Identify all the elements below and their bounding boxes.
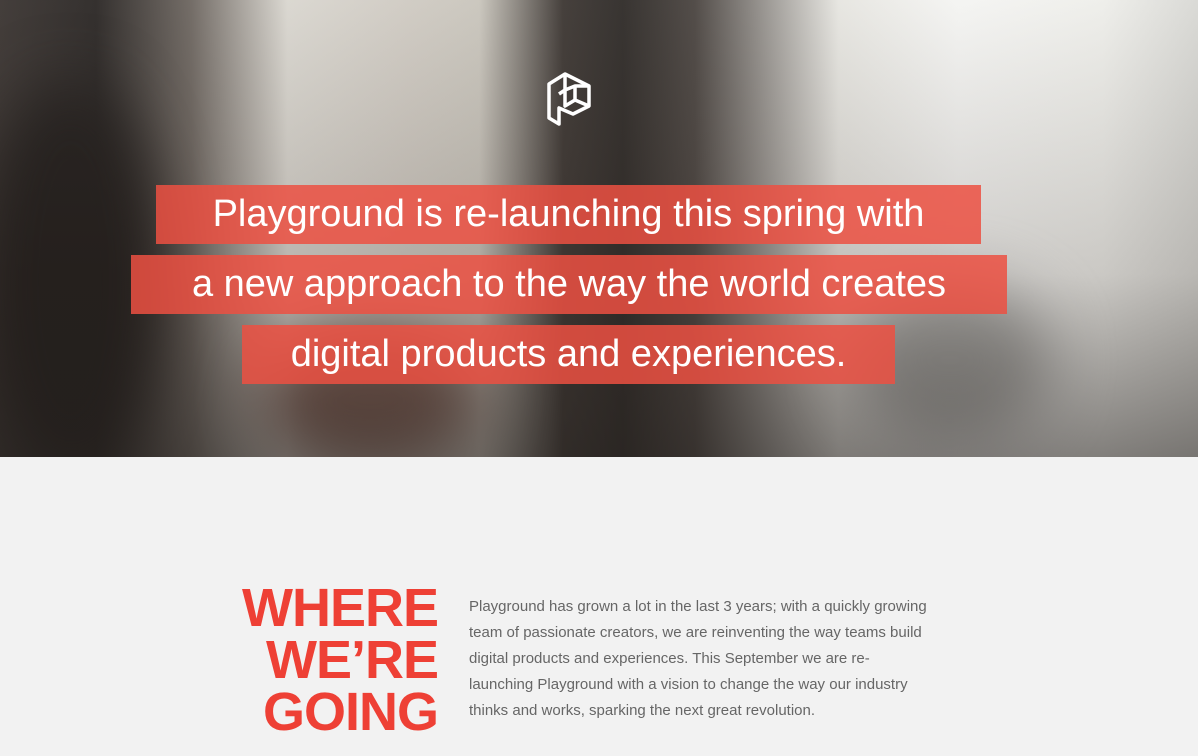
heading-line: WHERE — [242, 578, 439, 638]
section-paragraph: Playground has grown a lot in the last 3… — [469, 594, 969, 724]
hero-banner: Playground is re-launching this spring w… — [0, 0, 1198, 457]
section-heading: WHERE WE’RE GOING — [242, 578, 439, 742]
paragraph-line: launching Playground with a vision to ch… — [469, 676, 908, 693]
paragraph-line: team of passionate creators, we are rein… — [469, 624, 922, 641]
paragraph-line: thinks and works, sparking the next grea… — [469, 702, 816, 719]
playground-logo-icon[interactable] — [545, 66, 593, 128]
heading-line: GOING — [262, 682, 439, 742]
paragraph-line: Playground has grown a lot in the last 3… — [469, 598, 927, 615]
headline-line-1: Playground is re-launching this spring w… — [156, 185, 981, 244]
headline-line-3: digital products and experiences. — [242, 325, 895, 384]
headline-line-2: a new approach to the way the world crea… — [131, 255, 1007, 314]
paragraph-line: digital products and experiences. This S… — [469, 650, 870, 667]
heading-line: WE’RE — [265, 630, 439, 690]
